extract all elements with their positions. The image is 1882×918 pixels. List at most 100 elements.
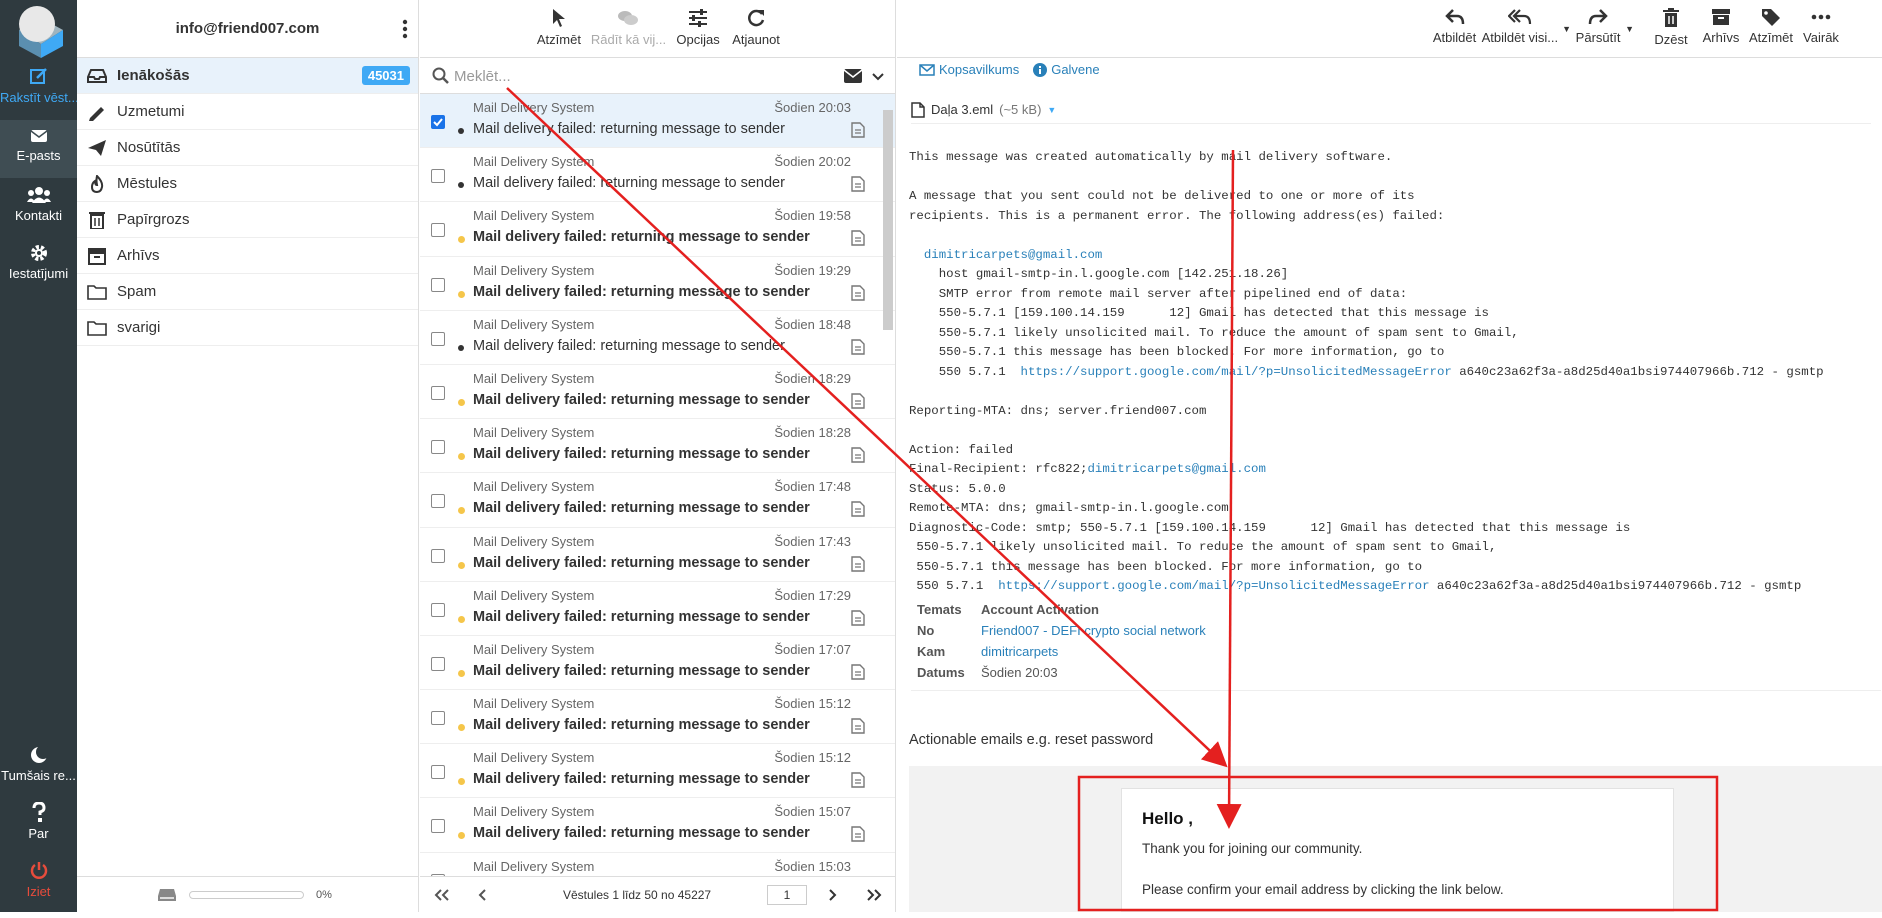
folder-drafts[interactable]: Uzmetumi bbox=[77, 94, 418, 130]
support-link[interactable]: https://support.google.com/mail/?p=Unsol… bbox=[1021, 365, 1452, 379]
message-row[interactable]: Mail Delivery System Šodien 17:07 Mail del… bbox=[420, 636, 895, 691]
row-checkbox[interactable] bbox=[431, 115, 445, 129]
dark-mode-toggle[interactable]: Tumšais re... bbox=[0, 742, 77, 800]
summary-link[interactable]: Kopsavilkums bbox=[919, 62, 1019, 77]
threads-button[interactable]: Rādīt kā vij... bbox=[591, 0, 666, 57]
message-row[interactable]: Mail Delivery System Šodien 15:12 Mail del… bbox=[420, 690, 895, 745]
message-row[interactable]: Mail Delivery System Šodien 15:12 Mail del… bbox=[420, 744, 895, 799]
file-icon bbox=[851, 284, 865, 301]
fire-icon bbox=[90, 174, 104, 193]
question-icon bbox=[32, 802, 46, 822]
chevron-down-icon[interactable] bbox=[872, 72, 884, 82]
header-to-link[interactable]: dimitricarpets bbox=[975, 642, 1212, 663]
folder-label: svarigi bbox=[117, 319, 161, 336]
reply-all-label: Atbildēt visi... bbox=[1481, 30, 1559, 45]
last-page-icon[interactable] bbox=[866, 889, 882, 901]
forward-dropdown[interactable]: ▼ bbox=[1625, 0, 1634, 57]
file-icon bbox=[851, 501, 865, 518]
row-checkbox[interactable] bbox=[431, 711, 445, 726]
quota-percent: 0% bbox=[316, 888, 332, 901]
row-checkbox[interactable] bbox=[431, 277, 445, 292]
logout-button[interactable]: Iziet bbox=[0, 858, 77, 916]
folder-sent[interactable]: Nosūtītās bbox=[77, 130, 418, 166]
envelope-filter-icon[interactable] bbox=[844, 69, 862, 83]
compose-button[interactable]: Rakstīt vēst... bbox=[0, 66, 77, 124]
message-row[interactable]: Mail Delivery System Šodien 19:58 Mail del… bbox=[420, 202, 895, 257]
folder-archive[interactable]: Arhīvs bbox=[77, 238, 418, 274]
folder-svarigi[interactable]: svarigi bbox=[77, 310, 418, 346]
delete-button[interactable]: Dzēst bbox=[1648, 0, 1694, 57]
message-date: Šodien 18:28 bbox=[774, 425, 851, 441]
chevron-down-icon[interactable]: ▼ bbox=[1047, 105, 1056, 115]
reply-all-button[interactable]: Atbildēt visi... bbox=[1481, 0, 1559, 57]
row-checkbox[interactable] bbox=[431, 169, 445, 184]
message-row[interactable]: Mail Delivery System Šodien 17:29 Mail del… bbox=[420, 582, 895, 636]
message-row[interactable]: Mail Delivery System Šodien 20:02 Mail del… bbox=[420, 148, 895, 203]
folder-trash[interactable]: Papīrgrozs bbox=[77, 202, 418, 238]
prev-page-icon[interactable] bbox=[478, 889, 488, 901]
forward-button[interactable]: Pārsūtīt bbox=[1575, 0, 1621, 57]
folder-label: Uzmetumi bbox=[117, 103, 185, 120]
row-checkbox[interactable] bbox=[431, 494, 445, 509]
confirm-text: Please confirm your email address by cli… bbox=[1142, 882, 1504, 897]
nav-settings[interactable]: Iestatījumi bbox=[0, 240, 77, 298]
refresh-button[interactable]: Atjaunot bbox=[730, 0, 782, 57]
search-input[interactable] bbox=[454, 64, 814, 88]
row-checkbox[interactable] bbox=[431, 385, 445, 400]
message-row[interactable]: Mail Delivery System Šodien 19:29 Mail del… bbox=[420, 257, 895, 311]
row-checkbox[interactable] bbox=[431, 602, 445, 617]
folder-spam[interactable]: Spam bbox=[77, 274, 418, 310]
message-row[interactable]: Mail Delivery System Šodien 20:03 Mail del… bbox=[420, 94, 895, 149]
file-icon bbox=[851, 176, 865, 192]
envelope-icon bbox=[30, 130, 47, 142]
unread-dot bbox=[458, 507, 465, 515]
row-checkbox[interactable] bbox=[431, 819, 445, 834]
header-from-link[interactable]: Friend007 - DEFI crypto social network bbox=[975, 621, 1212, 642]
message-row[interactable]: Mail Delivery System Šodien 18:28 Mail del… bbox=[420, 419, 895, 474]
folder-inbox[interactable]: Ienākošās 45031 bbox=[77, 58, 418, 94]
row-checkbox[interactable] bbox=[431, 765, 445, 780]
select-button[interactable]: Atzīmēt bbox=[533, 0, 585, 57]
message-date: Šodien 17:43 bbox=[774, 533, 851, 549]
message-row[interactable]: Mail Delivery System Šodien 18:29 Mail del… bbox=[420, 365, 895, 420]
message-row[interactable]: Mail Delivery System Šodien 17:48 Mail del… bbox=[420, 473, 895, 528]
pencil-icon bbox=[89, 106, 104, 121]
message-row[interactable]: Mail Delivery System Šodien 17:43 Mail del… bbox=[420, 528, 895, 582]
nav-mail[interactable]: E-pasts bbox=[0, 120, 77, 178]
message-row[interactable]: Mail Delivery System Šodien 18:48 Mail del… bbox=[420, 311, 895, 365]
nav-about[interactable]: Par bbox=[0, 800, 77, 858]
app-logo bbox=[11, 4, 65, 58]
row-checkbox[interactable] bbox=[431, 331, 445, 346]
headers-link[interactable]: Galvene bbox=[1033, 62, 1100, 77]
row-checkbox[interactable] bbox=[431, 440, 445, 455]
options-button[interactable]: Opcijas bbox=[672, 0, 724, 57]
archive-button[interactable]: Arhīvs bbox=[1698, 0, 1744, 57]
kebab-menu-icon[interactable] bbox=[398, 17, 412, 41]
unread-dot bbox=[458, 182, 464, 189]
support-link-2[interactable]: https://support.google.com/mail/?p=Unsol… bbox=[998, 579, 1429, 593]
attachment-part[interactable]: Daļa 3.eml (~5 kB) ▼ bbox=[911, 96, 1871, 124]
row-checkbox[interactable] bbox=[431, 656, 445, 671]
failed-address-link[interactable]: dimitricarpets@gmail.com bbox=[924, 248, 1102, 262]
page-input[interactable]: 1 bbox=[767, 885, 807, 905]
recipient-link[interactable]: dimitricarpets@gmail.com bbox=[1087, 462, 1265, 476]
file-icon bbox=[851, 555, 865, 572]
reply-all-dropdown[interactable]: ▼ bbox=[1562, 0, 1571, 57]
mark-button[interactable]: Atzīmēt bbox=[1748, 0, 1794, 57]
logout-label: Iziet bbox=[26, 884, 51, 899]
dark-mode-label: Tumšais re... bbox=[1, 768, 76, 783]
message-subject: Mail delivery failed: returning message … bbox=[473, 608, 810, 625]
message-from: Mail Delivery System bbox=[473, 100, 595, 115]
more-button[interactable]: Vairāk bbox=[1798, 0, 1844, 57]
row-checkbox[interactable] bbox=[431, 223, 445, 238]
next-page-icon[interactable] bbox=[827, 889, 837, 901]
message-row[interactable]: Mail Delivery SystemŠodien 15:03Mail del… bbox=[420, 853, 895, 876]
reply-button[interactable]: Atbildēt bbox=[1432, 0, 1478, 57]
message-row[interactable]: Mail Delivery System Šodien 15:07 Mail del… bbox=[420, 798, 895, 853]
first-page-icon[interactable] bbox=[434, 889, 450, 901]
nav-contacts[interactable]: Kontakti bbox=[0, 180, 77, 238]
list-scrollbar[interactable] bbox=[883, 110, 893, 330]
row-checkbox[interactable] bbox=[431, 548, 445, 563]
folder-label: Papīrgrozs bbox=[117, 211, 190, 228]
folder-junk[interactable]: Mēstules bbox=[77, 166, 418, 202]
